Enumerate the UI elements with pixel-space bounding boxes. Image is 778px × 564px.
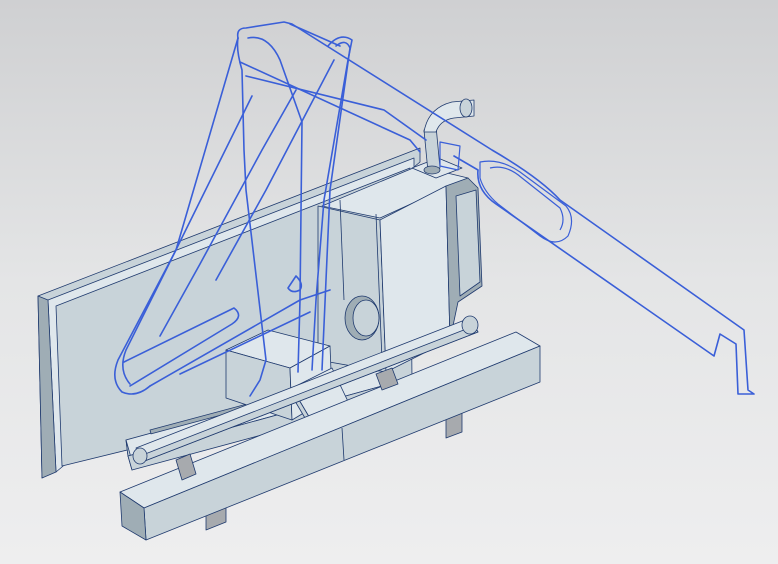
- cad-model: [37, 21, 755, 541]
- cad-viewport[interactable]: [0, 0, 778, 564]
